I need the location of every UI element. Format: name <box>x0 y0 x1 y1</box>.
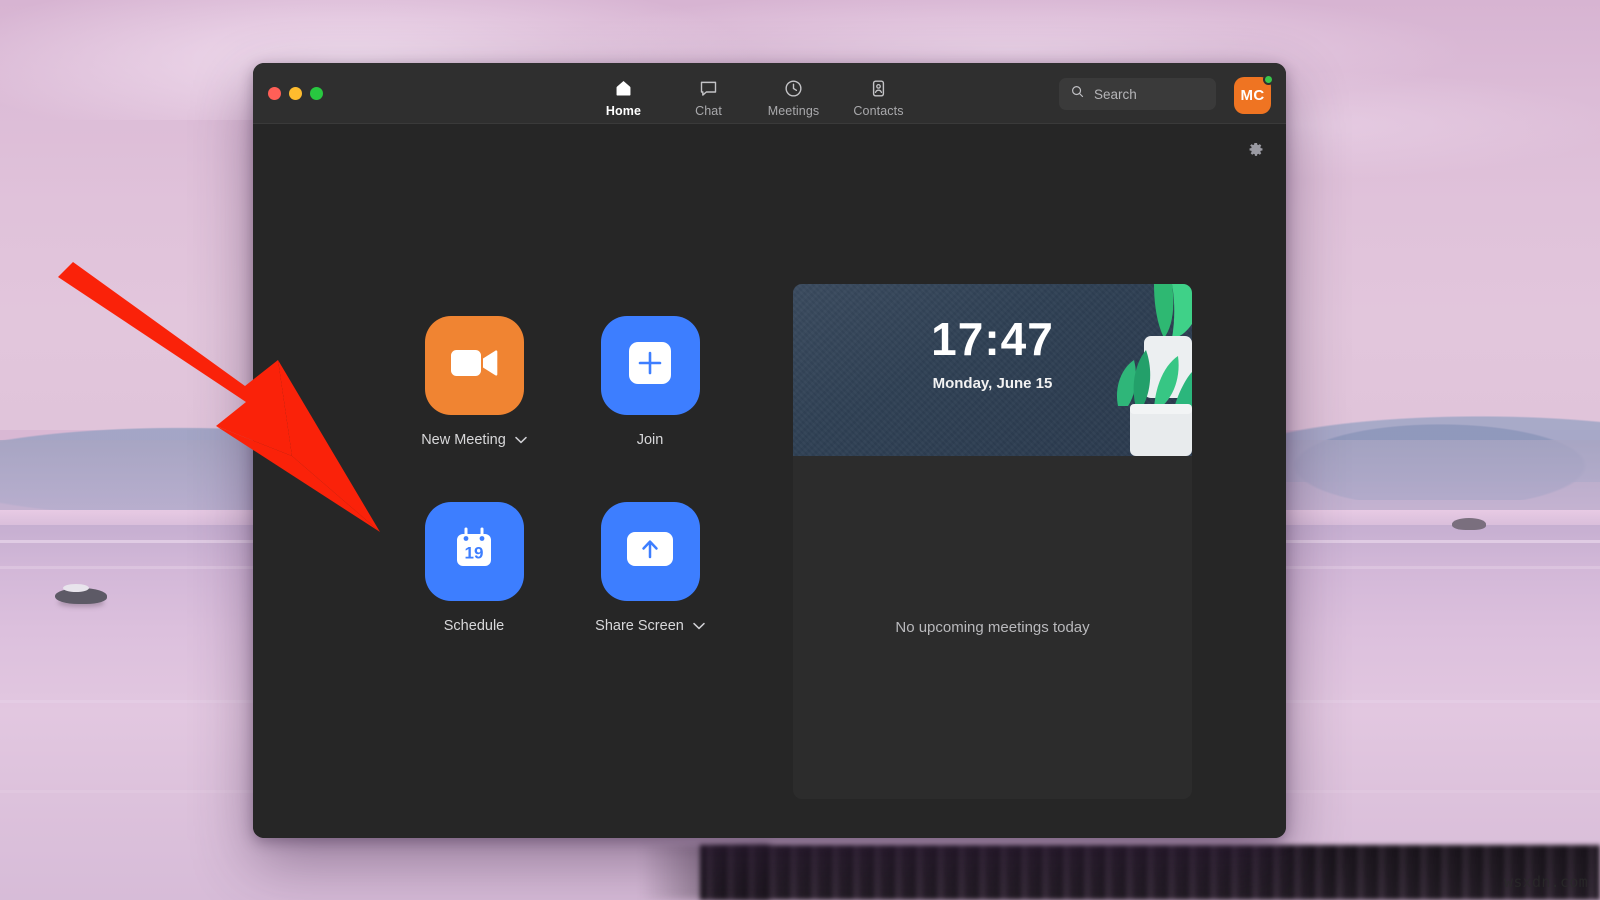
wallpaper-bottom-blur <box>700 845 1600 900</box>
tab-meetings-label: Meetings <box>767 104 820 118</box>
share-screen-arrow-icon <box>627 532 673 571</box>
clock-widget: 17:47 Monday, June 15 <box>793 284 1192 456</box>
share-screen-label: Share Screen <box>595 618 684 634</box>
clock-icon <box>783 77 804 99</box>
empty-state-message: No upcoming meetings today <box>895 619 1090 636</box>
home-icon <box>613 77 634 99</box>
tab-chat[interactable]: Chat <box>666 71 751 118</box>
avatar-initials: MC <box>1240 87 1265 104</box>
calendar-icon: 19 <box>450 525 498 578</box>
close-button[interactable] <box>268 87 281 100</box>
window-titlebar: Home Chat Meetings Contacts Search MC <box>253 63 1286 124</box>
new-meeting-tile[interactable] <box>424 316 524 415</box>
action-join[interactable]: Join <box>562 316 738 448</box>
main-navigation: Home Chat Meetings Contacts <box>581 71 921 118</box>
search-input-placeholder: Search <box>1094 86 1137 102</box>
plus-icon <box>629 342 671 389</box>
chevron-down-icon[interactable] <box>515 432 527 448</box>
status-badge <box>1263 74 1274 85</box>
contact-card-icon <box>868 77 889 99</box>
user-avatar[interactable]: MC <box>1234 74 1274 114</box>
wallpaper-rock-island <box>55 584 107 604</box>
clock-readout: 17:47 Monday, June 15 <box>793 316 1192 392</box>
join-caption: Join <box>637 432 664 448</box>
schedule-label: Schedule <box>443 618 505 634</box>
search-box[interactable]: Search <box>1059 78 1216 110</box>
tab-home-label: Home <box>605 104 642 118</box>
site-watermark: wsxdn.com <box>1504 873 1588 891</box>
upcoming-meetings-panel: 17:47 Monday, June 15 No upcoming meetin… <box>793 284 1192 799</box>
wallpaper-rock-island <box>1452 518 1486 530</box>
share-screen-caption: Share Screen <box>595 618 705 634</box>
join-label: Join <box>636 432 664 448</box>
share-screen-tile[interactable] <box>600 502 700 601</box>
gear-icon[interactable] <box>1247 141 1265 159</box>
tab-home[interactable]: Home <box>581 71 666 118</box>
tab-chat-label: Chat <box>695 104 722 118</box>
join-tile[interactable] <box>600 316 700 415</box>
new-meeting-caption: New Meeting <box>421 432 527 448</box>
action-share-screen[interactable]: Share Screen <box>562 502 738 634</box>
tab-contacts[interactable]: Contacts <box>836 71 921 118</box>
svg-text:19: 19 <box>465 544 484 563</box>
annotation-arrow <box>40 260 420 550</box>
search-icon <box>1070 84 1085 104</box>
video-camera-icon <box>450 346 498 385</box>
new-meeting-label: New Meeting <box>421 432 506 448</box>
maximize-button[interactable] <box>310 87 323 100</box>
quick-actions-grid: New Meeting Join 19 Schedule Share Scree… <box>386 316 738 634</box>
chevron-down-icon[interactable] <box>693 618 705 634</box>
meetings-empty-state: No upcoming meetings today <box>793 456 1192 799</box>
clock-date: Monday, June 15 <box>932 375 1053 392</box>
tab-meetings[interactable]: Meetings <box>751 71 836 118</box>
clock-time: 17:47 <box>931 313 1054 365</box>
window-controls <box>268 87 323 100</box>
schedule-caption: Schedule <box>444 618 504 634</box>
chat-bubble-icon <box>698 77 719 99</box>
tab-contacts-label: Contacts <box>853 104 904 118</box>
schedule-tile[interactable]: 19 <box>424 502 524 601</box>
minimize-button[interactable] <box>289 87 302 100</box>
